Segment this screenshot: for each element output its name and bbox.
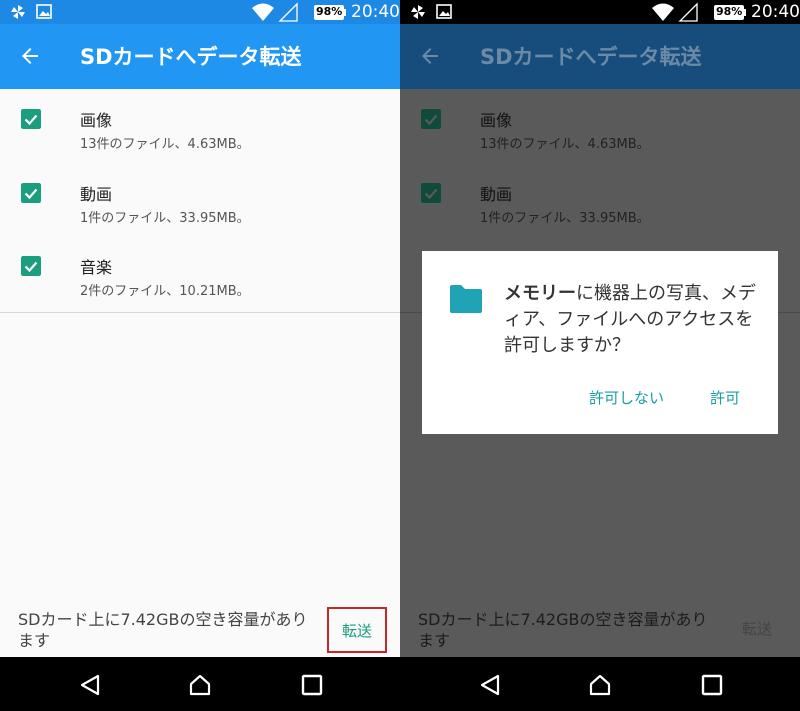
clock: 20:40 <box>351 2 400 22</box>
pinwheel-icon <box>11 5 25 19</box>
item-meta: 13件のファイル、4.63MB。 <box>480 137 650 152</box>
dialog-message-bold: メモリー <box>504 283 576 304</box>
item-name: 画像 <box>480 111 513 130</box>
divider <box>0 312 400 313</box>
nav-home-icon[interactable] <box>188 673 212 697</box>
pinwheel-icon <box>411 5 425 19</box>
app-bar: SDカードへデータ転送 <box>0 24 400 89</box>
wifi-icon <box>652 3 674 21</box>
deny-button[interactable]: 許可しない <box>589 387 664 408</box>
screen-permission-dialog: 98% 20:40 SDカードへデータ転送 画像 13件のファイル、4.63MB… <box>400 0 800 711</box>
page-title: SDカードへデータ転送 <box>480 45 702 69</box>
signal-icon <box>678 2 698 22</box>
back-arrow-icon[interactable] <box>18 44 42 68</box>
gallery-icon <box>36 4 52 19</box>
battery-level: 98% <box>316 5 343 18</box>
nav-recents-icon[interactable] <box>700 673 724 697</box>
content: 画像 13件のファイル、4.63MB。 動画 1件のファイル、33.95MB。 … <box>0 89 400 657</box>
battery-level: 98% <box>716 5 743 18</box>
nav-bar <box>400 657 800 711</box>
item-meta: 1件のファイル、33.95MB。 <box>80 211 250 226</box>
checkbox-images[interactable] <box>21 109 41 129</box>
free-space-text: SDカード上に7.42GBの空き容量があります <box>418 610 708 650</box>
nav-home-icon[interactable] <box>588 673 612 697</box>
item-name: 画像 <box>80 111 113 130</box>
item-name: 動画 <box>80 185 113 204</box>
permission-dialog: メモリーに機器上の写真、メディア、ファイルへのアクセスを許可しますか？ 許可しな… <box>422 251 778 434</box>
nav-recents-icon[interactable] <box>300 673 324 697</box>
checkbox-music[interactable] <box>21 256 41 276</box>
free-space-text: SDカード上に7.42GBの空き容量があります <box>18 610 308 650</box>
item-meta: 2件のファイル、10.21MB。 <box>80 284 250 299</box>
nav-back-icon[interactable] <box>78 673 102 697</box>
checkbox-images <box>421 109 441 129</box>
signal-icon <box>278 2 298 22</box>
dialog-message: メモリーに機器上の写真、メディア、ファイルへのアクセスを許可しますか？ <box>504 281 766 359</box>
screen-transfer: 98% 20:40 SDカードへデータ転送 画像 13件のファイル、4.63MB… <box>0 0 400 711</box>
item-meta: 13件のファイル、4.63MB。 <box>80 137 250 152</box>
list-item-music[interactable]: 音楽 2件のファイル、10.21MB。 <box>0 236 400 306</box>
list-item-videos: 動画 1件のファイル、33.95MB。 <box>400 163 800 233</box>
folder-icon <box>450 285 482 313</box>
item-meta: 1件のファイル、33.95MB。 <box>480 211 650 226</box>
gallery-icon <box>436 4 452 19</box>
checkbox-videos <box>421 183 441 203</box>
item-name: 動画 <box>480 185 513 204</box>
clock: 20:40 <box>751 2 800 22</box>
allow-button[interactable]: 許可 <box>710 387 740 408</box>
item-name: 音楽 <box>80 258 113 277</box>
back-arrow-icon <box>422 48 438 64</box>
transfer-button[interactable]: 転送 <box>327 607 387 653</box>
page-title: SDカードへデータ転送 <box>80 45 302 69</box>
checkbox-videos[interactable] <box>21 183 41 203</box>
list-item-videos[interactable]: 動画 1件のファイル、33.95MB。 <box>0 163 400 233</box>
nav-bar <box>0 657 400 711</box>
wifi-icon <box>252 3 274 21</box>
transfer-button: 転送 <box>741 620 772 638</box>
nav-back-icon[interactable] <box>478 673 502 697</box>
list-item-images[interactable]: 画像 13件のファイル、4.63MB。 <box>0 89 400 159</box>
app-bar: SDカードへデータ転送 <box>400 24 800 89</box>
list-item-images: 画像 13件のファイル、4.63MB。 <box>400 89 800 159</box>
status-bar: 98% 20:40 <box>400 0 800 24</box>
status-bar: 98% 20:40 <box>0 0 400 24</box>
